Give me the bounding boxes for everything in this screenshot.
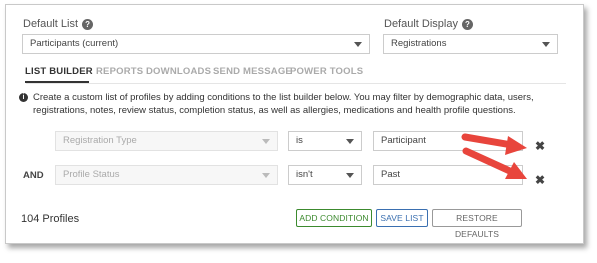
chevron-down-icon — [262, 139, 270, 144]
default-display-value: Registrations — [391, 38, 447, 49]
remove-condition-icon[interactable]: ✖ — [535, 174, 545, 186]
active-tab-indicator — [25, 81, 89, 83]
tab-downloads[interactable]: DOWNLOADS — [146, 66, 211, 77]
condition-value-input[interactable]: Past — [373, 165, 523, 185]
chevron-down-icon — [346, 173, 354, 178]
condition-operator-select[interactable]: is — [288, 131, 362, 151]
add-condition-button[interactable]: ADD CONDITION — [296, 209, 372, 227]
tab-send-message[interactable]: SEND MESSAGE — [213, 66, 292, 77]
help-icon[interactable]: ? — [82, 18, 94, 30]
chevron-down-icon — [262, 173, 270, 178]
chevron-down-icon — [346, 139, 354, 144]
tab-list-builder[interactable]: LIST BUILDER — [25, 66, 93, 77]
condition-operator-value: isn't — [296, 169, 313, 180]
condition-operator-value: is — [296, 135, 303, 146]
default-list-label: Default List? — [23, 18, 94, 30]
condition-conjunction: AND — [23, 170, 44, 181]
chevron-down-icon — [354, 42, 362, 47]
condition-field-value: Profile Status — [63, 169, 120, 180]
condition-operator-select[interactable]: isn't — [288, 165, 362, 185]
condition-value-text: Past — [381, 169, 401, 180]
restore-defaults-button[interactable]: RESTORE DEFAULTS — [432, 209, 522, 239]
default-list-label-text: Default List — [23, 18, 79, 30]
tab-reports[interactable]: REPORTS — [96, 66, 143, 77]
default-display-label-text: Default Display — [384, 18, 458, 30]
profile-count: 104 Profiles — [21, 213, 80, 225]
condition-field-select: Registration Type — [55, 131, 278, 151]
info-icon: i — [19, 93, 28, 102]
default-list-value: Participants (current) — [30, 38, 119, 49]
help-icon[interactable]: ? — [461, 18, 473, 30]
chevron-down-icon — [542, 42, 550, 47]
info-text: Create a custom list of profiles by addi… — [33, 92, 534, 116]
condition-value-text: Participant — [381, 135, 426, 146]
tab-divider — [26, 83, 566, 84]
condition-value-input[interactable]: Participant — [373, 131, 523, 151]
tab-power-tools[interactable]: POWER TOOLS — [290, 66, 363, 77]
list-builder-panel: Default List? Participants (current) Def… — [5, 4, 584, 244]
default-display-select[interactable]: Registrations — [383, 34, 558, 54]
remove-condition-icon[interactable]: ✖ — [535, 140, 545, 152]
condition-field-select: Profile Status — [55, 165, 278, 185]
info-message: i Create a custom list of profiles by ad… — [19, 92, 550, 117]
save-list-button[interactable]: SAVE LIST — [376, 209, 428, 227]
default-list-select[interactable]: Participants (current) — [22, 34, 370, 54]
default-display-label: Default Display? — [384, 18, 473, 30]
condition-field-value: Registration Type — [63, 135, 137, 146]
